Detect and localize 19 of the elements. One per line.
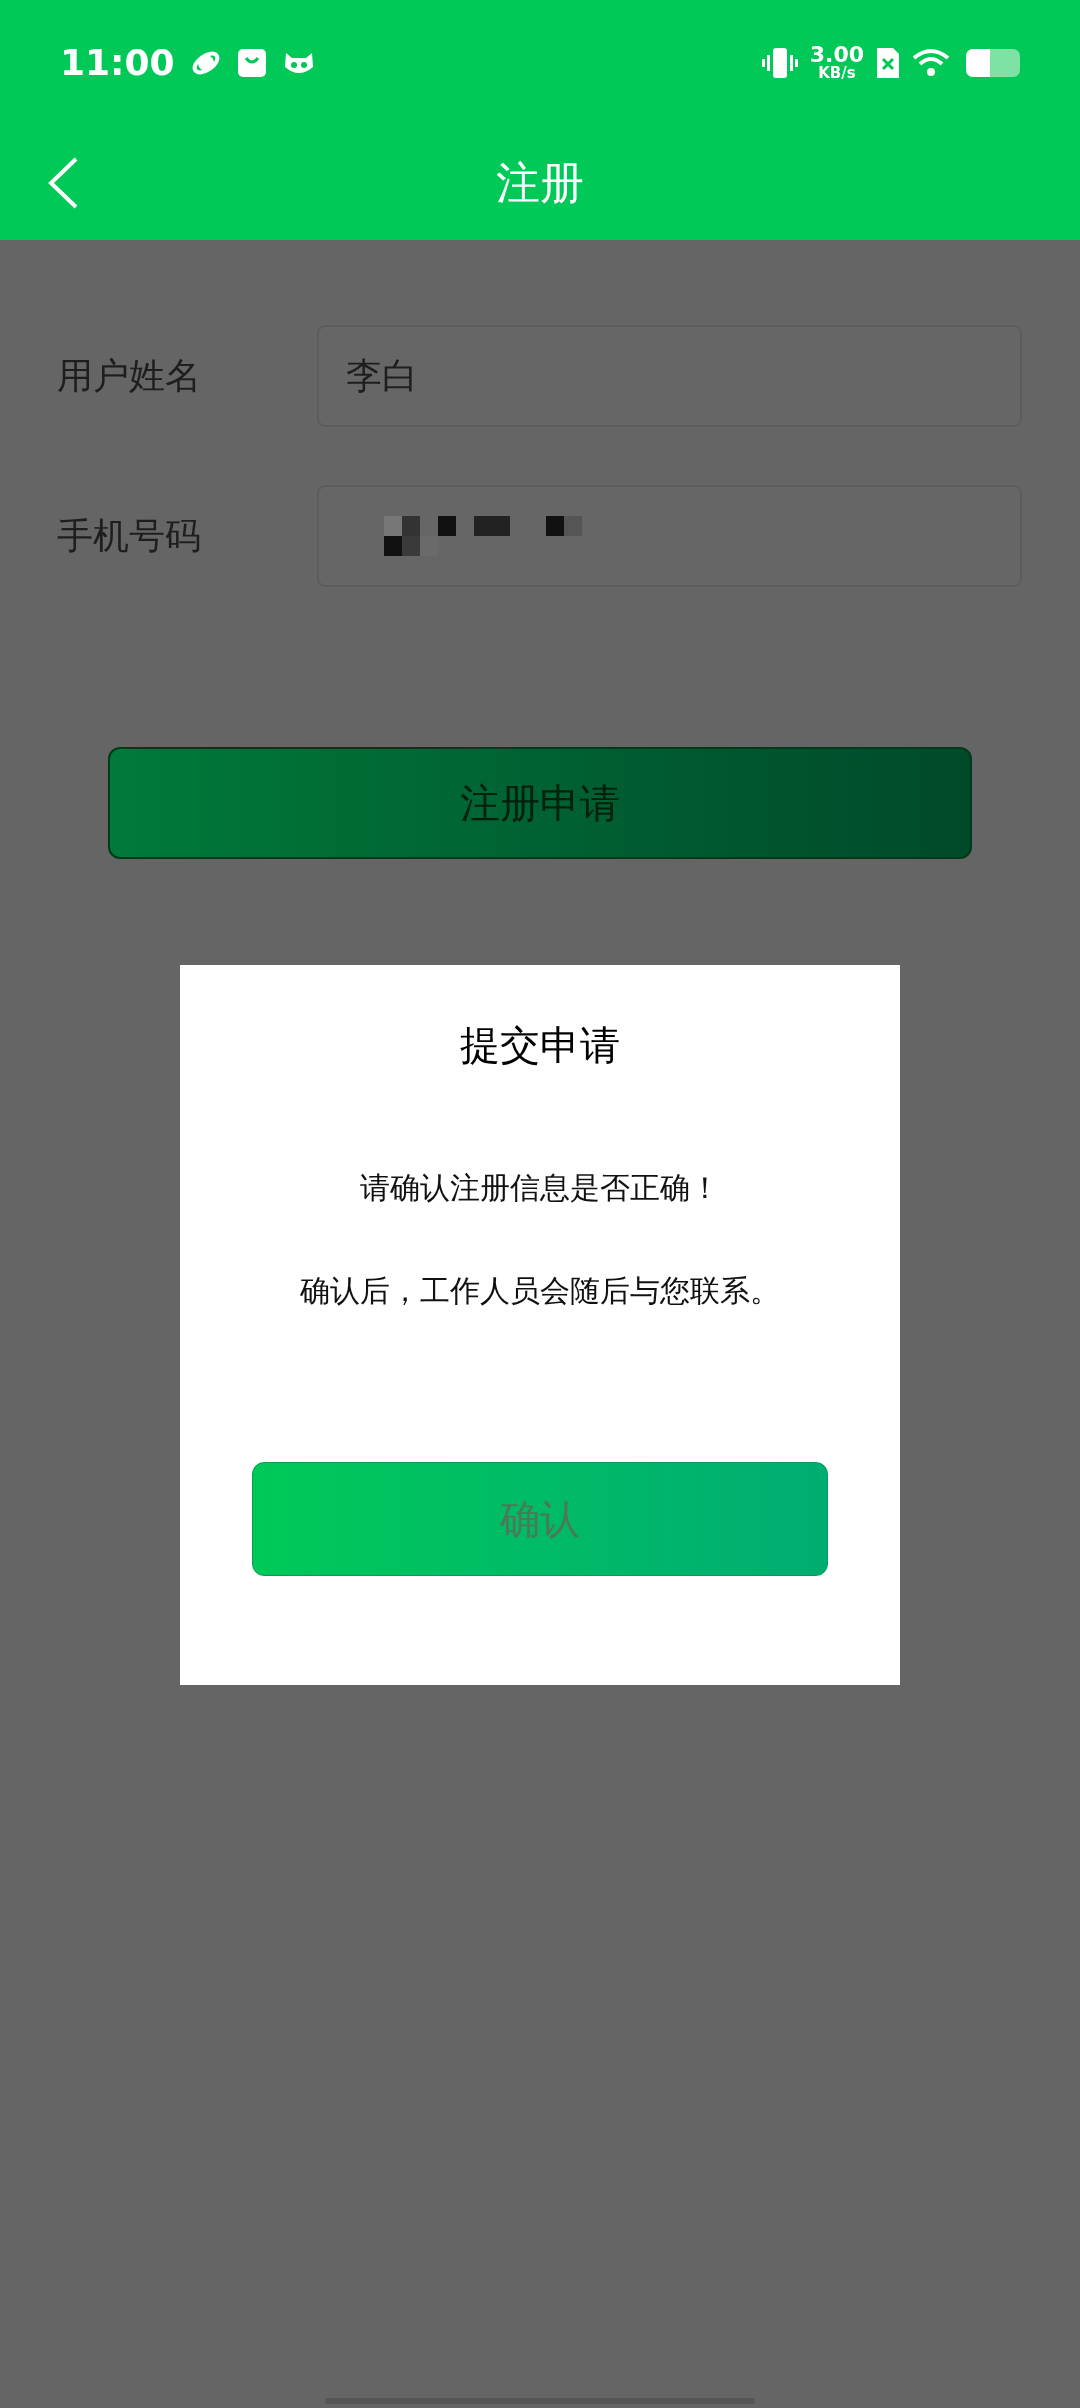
text-field[interactable]: 李白: [317, 325, 1022, 427]
wifi-icon: [912, 47, 950, 78]
field-label: 用户姓名: [57, 354, 202, 398]
redacted-mosaic-icon: [384, 516, 582, 556]
shopping-bag-icon: [236, 47, 267, 78]
net-speed-unit: KB/s: [818, 66, 856, 81]
vibrate-icon: [761, 46, 798, 79]
header-title: 注册: [496, 155, 584, 210]
confirm-button[interactable]: 确认: [252, 1462, 828, 1576]
dialog-message: 请确认注册信息是否正确！: [360, 1169, 720, 1207]
dialog-message: 确认后，工作人员会随后与您联系。: [300, 1272, 780, 1310]
status-time: 11:00: [60, 40, 175, 85]
back-icon[interactable]: [46, 155, 80, 210]
field-label: 手机号码: [57, 514, 202, 558]
dialog-title: 提交申请: [460, 1021, 620, 1070]
text-field[interactable]: [317, 485, 1022, 587]
net-speed: 3.00: [809, 44, 864, 66]
sim-card-icon: [876, 46, 900, 79]
register-button[interactable]: 注册申请: [108, 747, 972, 859]
